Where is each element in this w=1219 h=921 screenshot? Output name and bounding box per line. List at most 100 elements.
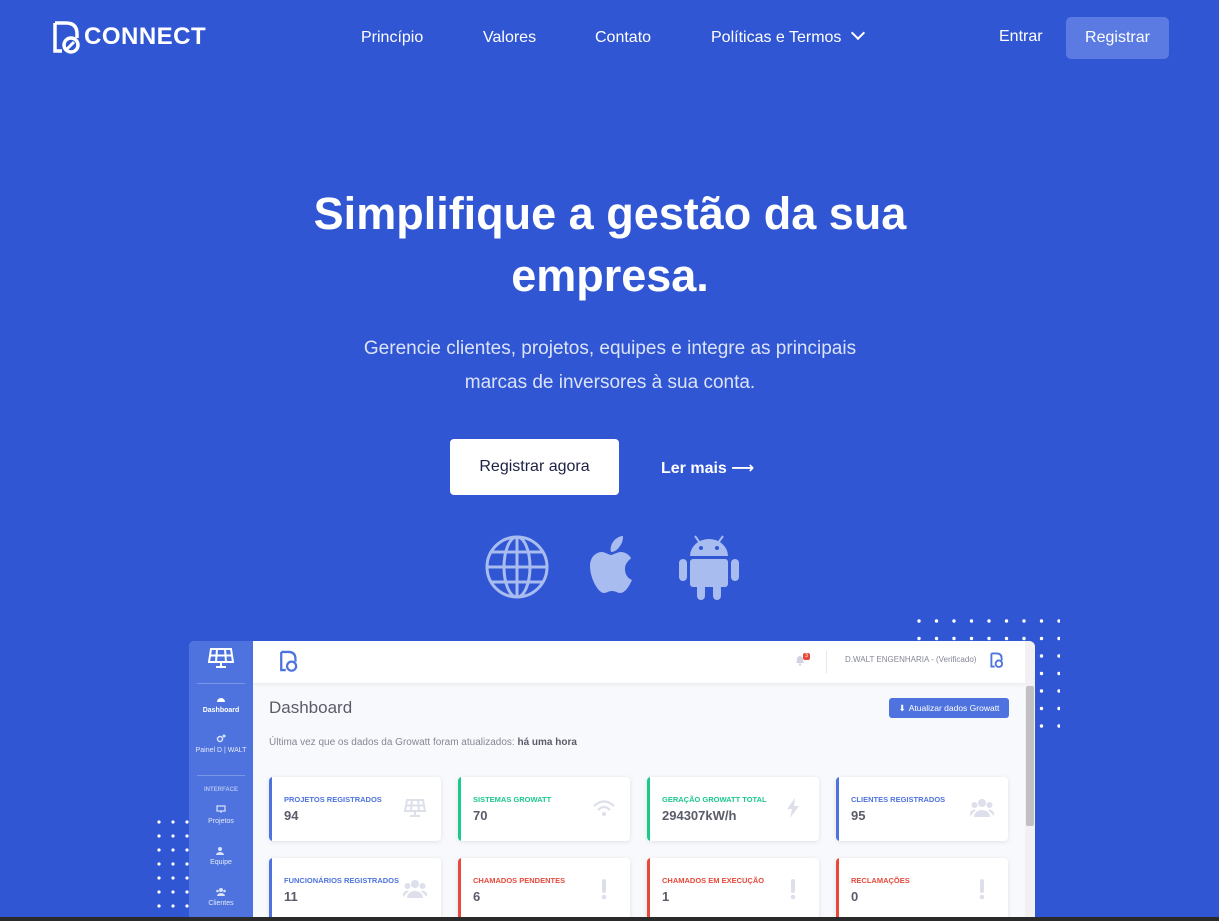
users-icon (403, 880, 427, 898)
brand-name: CONNECT (84, 23, 207, 50)
dashboard-topbar: 3 D.WALT ENGENHARIA - (Verificado) (253, 641, 1025, 683)
card-value: 1 (662, 889, 670, 904)
card-value: 11 (284, 889, 298, 904)
nav-link-contato[interactable]: Contato (595, 29, 651, 47)
nav-dropdown-label: Políticas e Termos (711, 29, 842, 46)
stat-card[interactable]: RECLAMAÇÕES 0 (836, 858, 1008, 921)
hero-title-line2: empresa. (511, 250, 709, 301)
card-label: CHAMADOS PENDENTES (473, 876, 566, 885)
user-name[interactable]: D.WALT ENGENHARIA - (Verificado) (845, 655, 976, 664)
solar-panel-icon (403, 799, 427, 817)
stat-card[interactable]: SISTEMAS GROWATT 70 (458, 777, 630, 841)
card-value: 294307kW/h (662, 808, 737, 823)
stat-card[interactable]: FUNCIONÁRIOS REGISTRADOS 11 (269, 858, 441, 921)
hero-subtitle-line2: marcas de inversores à sua conta. (464, 372, 756, 393)
gauge-icon (217, 698, 225, 702)
login-link[interactable]: Entrar (999, 28, 1043, 46)
bolt-icon (787, 798, 799, 818)
solar-panel-icon (208, 648, 234, 668)
card-label: FUNCIONÁRIOS REGISTRADOS (284, 876, 400, 885)
card-accent-bar (647, 858, 650, 921)
exclamation-icon (979, 879, 985, 900)
logo-icon[interactable] (279, 650, 299, 672)
apple-icon[interactable] (580, 532, 646, 602)
sidebar-divider (197, 683, 245, 684)
avatar[interactable] (990, 652, 1004, 668)
sidebar-item-clientes[interactable]: Clientes (189, 887, 253, 908)
sidebar-item-label: Dashboard (202, 707, 240, 714)
users-icon (216, 888, 226, 896)
sidebar-item-projetos[interactable]: Projetos (189, 805, 253, 826)
card-value: 95 (851, 808, 866, 823)
logo-icon (53, 21, 80, 54)
update-growatt-button[interactable]: ⬇ Atualizar dados Growatt (889, 698, 1009, 718)
cogs-icon (216, 734, 226, 743)
sidebar-item-equipe[interactable]: Equipe (189, 846, 253, 867)
scrollbar-thumb[interactable] (1026, 686, 1034, 826)
stat-card[interactable]: CLIENTES REGISTRADOS 95 (836, 777, 1008, 841)
card-value: 70 (473, 808, 488, 823)
card-label: SISTEMAS GROWATT (473, 795, 552, 804)
topbar-divider (826, 651, 827, 673)
stat-card[interactable]: CHAMADOS EM EXECUÇÃO 1 (647, 858, 819, 921)
sidebar-divider (197, 775, 245, 776)
card-label: PROJETOS REGISTRADOS (284, 795, 382, 804)
brand-logo[interactable]: CONNECT (52, 20, 206, 54)
card-accent-bar (836, 858, 839, 921)
sidebar-item-painel[interactable]: Painel D | WALT (189, 734, 253, 755)
dashboard-preview: Dashboard Painel D | WALT INTERFACE Proj… (189, 641, 1035, 921)
nav-dropdown-politicas[interactable]: Políticas e Termos (711, 25, 866, 47)
stat-card[interactable]: GERAÇÃO GROWATT TOTAL 294307kW/h (647, 777, 819, 841)
card-label: RECLAMAÇÕES (851, 876, 910, 885)
sidebar-brand[interactable] (189, 647, 253, 675)
users-icon (970, 799, 994, 817)
card-accent-bar (458, 858, 461, 921)
stat-card[interactable]: PROJETOS REGISTRADOS 94 (269, 777, 441, 841)
register-button[interactable]: Registrar (1066, 17, 1169, 59)
top-navbar: CONNECT Princípio Valores Contato Políti… (0, 0, 1219, 78)
card-value: 0 (851, 889, 859, 904)
hero-title: Simplifique a gestão da sua empresa. (260, 183, 960, 307)
card-label: GERAÇÃO GROWATT TOTAL (662, 795, 767, 804)
android-icon[interactable] (676, 532, 742, 602)
notification-badge: 3 (803, 653, 810, 660)
card-label: CHAMADOS EM EXECUÇÃO (662, 876, 765, 885)
globe-icon[interactable] (484, 532, 550, 602)
card-accent-bar (269, 777, 272, 841)
card-label: CLIENTES REGISTRADOS (851, 795, 946, 804)
sidebar-item-label: Painel D | WALT (195, 747, 247, 754)
stat-card[interactable]: CHAMADOS PENDENTES 6 (458, 858, 630, 921)
sidebar-item-dashboard[interactable]: Dashboard (189, 694, 253, 715)
window-bottom-edge (0, 917, 1219, 921)
card-accent-bar (836, 777, 839, 841)
sidebar-heading: INTERFACE (203, 787, 238, 793)
hero-subtitle-line1: Gerencie clientes, projetos, equipes e i… (363, 338, 857, 359)
page-title: Dashboard (269, 698, 353, 717)
sidebar-item-label: Equipe (210, 859, 232, 866)
last-update-value: há uma hora (517, 737, 577, 748)
hero-title-line1: Simplifique a gestão da sua (313, 188, 907, 239)
chevron-down-icon (851, 25, 866, 41)
register-now-button[interactable]: Registrar agora (450, 439, 619, 495)
exclamation-icon (601, 879, 607, 900)
sidebar-item-label: Projetos (208, 818, 234, 825)
nav-link-principio[interactable]: Princípio (361, 29, 423, 47)
card-value: 6 (473, 889, 481, 904)
last-update-text: Última vez que os dados da Growatt foram… (269, 737, 515, 748)
card-accent-bar (647, 777, 650, 841)
team-icon (216, 847, 224, 855)
card-accent-bar (458, 777, 461, 841)
wifi-icon (593, 800, 615, 816)
hero-subtitle: Gerencie clientes, projetos, equipes e i… (310, 332, 910, 400)
update-growatt-label: Atualizar dados Growatt (908, 703, 1000, 713)
card-accent-bar (269, 858, 272, 921)
card-value: 94 (284, 808, 299, 823)
solar-panel-icon (216, 805, 226, 813)
nav-link-valores[interactable]: Valores (483, 29, 536, 47)
dashboard-sidebar: Dashboard Painel D | WALT INTERFACE Proj… (189, 641, 253, 921)
exclamation-icon (790, 879, 796, 900)
download-icon: ⬇ (898, 702, 906, 713)
sidebar-item-label: Clientes (208, 900, 234, 907)
read-more-link[interactable]: Ler mais ⟶ (661, 458, 754, 478)
last-update-info: Última vez que os dados da Growatt foram… (269, 737, 577, 748)
